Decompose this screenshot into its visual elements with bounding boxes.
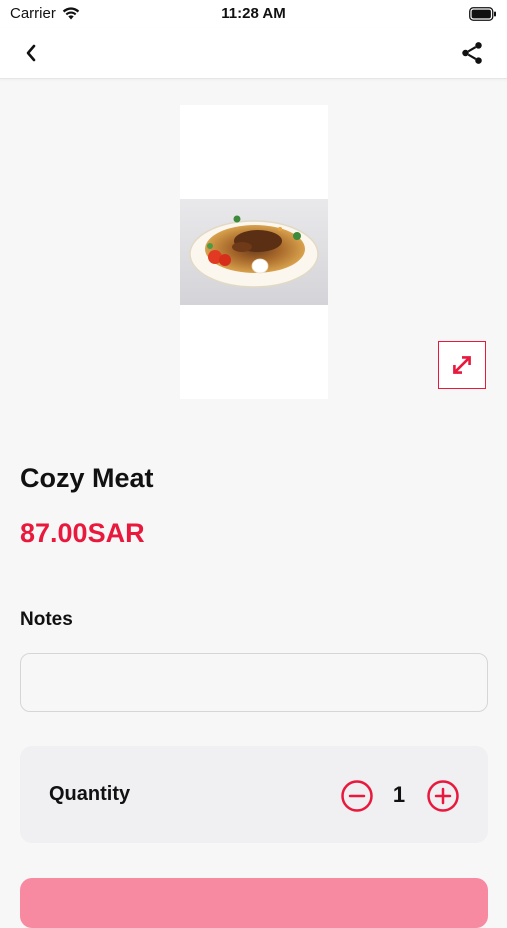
product-image-card[interactable] [180, 105, 328, 399]
notes-input[interactable] [20, 653, 488, 712]
plus-circle-icon [427, 780, 459, 812]
add-to-cart-button[interactable] [20, 878, 488, 928]
notes-label: Notes [20, 609, 73, 630]
back-button[interactable] [18, 40, 44, 66]
quantity-label: Quantity [49, 783, 131, 805]
product-name: Cozy Meat [20, 463, 154, 493]
share-button[interactable] [457, 38, 487, 68]
minus-circle-icon [341, 780, 373, 812]
decrease-quantity-button[interactable] [340, 779, 374, 813]
quantity-card: Quantity 1 [20, 746, 488, 843]
battery-icon [469, 7, 497, 26]
product-photo [180, 199, 328, 305]
quantity-value: 1 [392, 782, 406, 807]
expand-arrows-icon [453, 356, 471, 374]
share-icon [462, 42, 482, 64]
product-price: 87.00SAR [20, 518, 145, 548]
expand-image-button[interactable] [438, 341, 486, 389]
status-bar: Carrier 11:28 AM [0, 0, 507, 28]
increase-quantity-button[interactable] [426, 779, 460, 813]
chevron-left-icon [26, 44, 36, 62]
status-time: 11:28 AM [221, 5, 286, 22]
navigation-bar [0, 28, 507, 79]
